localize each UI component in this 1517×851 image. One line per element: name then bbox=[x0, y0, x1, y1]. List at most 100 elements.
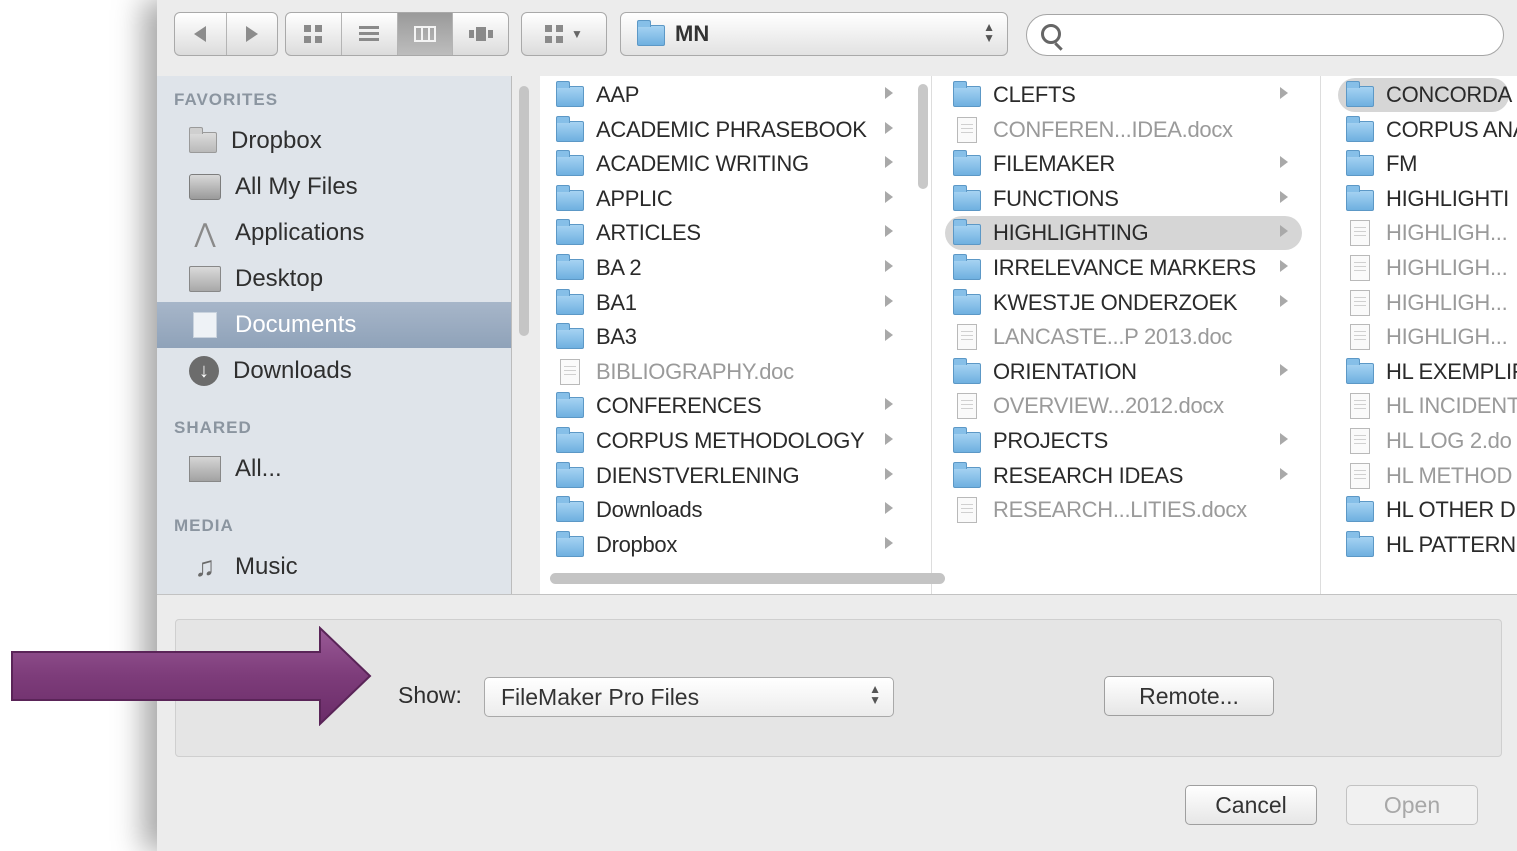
sidebar-item-dropbox[interactable]: Dropbox bbox=[157, 118, 511, 164]
folder-row[interactable]: ARTICLES bbox=[548, 216, 907, 250]
file-row[interactable]: HIGHLIGH... bbox=[1338, 286, 1509, 320]
column-1-scrollbar[interactable] bbox=[918, 84, 928, 189]
network-icon bbox=[189, 456, 221, 482]
item-name: BA1 bbox=[596, 289, 637, 315]
sidebar-item-desktop[interactable]: Desktop bbox=[157, 256, 511, 302]
document-icon bbox=[1350, 324, 1370, 351]
folder-row[interactable]: BA3 bbox=[548, 320, 907, 354]
folder-row[interactable]: APPLIC bbox=[548, 182, 907, 216]
icon-view-button[interactable] bbox=[286, 13, 342, 55]
path-popup-button[interactable]: MN ▲ ▼ bbox=[620, 12, 1008, 56]
arrange-menu-button[interactable]: ▼ bbox=[521, 12, 607, 56]
file-row[interactable]: HL INCIDENT bbox=[1338, 389, 1517, 423]
cover-flow-icon bbox=[468, 27, 493, 41]
folder-row[interactable]: ACADEMIC PHRASEBOOK bbox=[548, 113, 907, 147]
file-row[interactable]: HIGHLIGH... bbox=[1338, 251, 1509, 285]
folder-row[interactable]: ORIENTATION bbox=[945, 355, 1302, 389]
list-view-button[interactable] bbox=[342, 13, 398, 55]
sidebar-item-documents[interactable]: Documents bbox=[157, 302, 511, 348]
folder-row[interactable]: Dropbox bbox=[548, 528, 907, 562]
search-input[interactable] bbox=[1026, 14, 1504, 56]
sidebar-item-downloads[interactable]: ↓ Downloads bbox=[157, 348, 511, 394]
back-forward-control bbox=[174, 12, 278, 56]
file-row[interactable]: CONFEREN...IDEA.docx bbox=[945, 113, 1302, 147]
folder-row[interactable]: IRRELEVANCE MARKERS bbox=[945, 251, 1302, 285]
forward-button[interactable] bbox=[227, 13, 278, 55]
file-row[interactable]: HL LOG 2.do bbox=[1338, 424, 1512, 458]
folder-row[interactable]: ACADEMIC WRITING bbox=[548, 147, 907, 181]
folder-icon bbox=[637, 20, 665, 46]
view-mode-control bbox=[285, 12, 509, 56]
file-row[interactable]: HIGHLIGH... bbox=[1338, 320, 1509, 354]
file-row[interactable]: OVERVIEW...2012.docx bbox=[945, 389, 1302, 423]
sidebar-item-applications[interactable]: ⋀ Applications bbox=[157, 210, 511, 256]
column-view-button[interactable] bbox=[397, 13, 454, 55]
folder-row[interactable]: AAP bbox=[548, 78, 907, 112]
folder-row[interactable]: FILEMAKER bbox=[945, 147, 1302, 181]
browser-column-3: CONCORDA CORPUS ANA FM HIGHLIGHTI HIGHLIGH..… bbox=[1330, 76, 1517, 594]
item-name: HIGHLIGH... bbox=[1386, 289, 1508, 315]
arrange-icon bbox=[545, 25, 564, 43]
folder-row[interactable]: DIENSTVERLENING bbox=[548, 459, 907, 493]
item-name: HIGHLIGH... bbox=[1386, 324, 1508, 350]
disclosure-arrow-icon bbox=[1280, 156, 1288, 169]
show-filetype-value: FileMaker Pro Files bbox=[501, 683, 700, 710]
document-icon bbox=[560, 358, 580, 385]
document-icon bbox=[1350, 428, 1370, 454]
file-row[interactable]: LANCASTE...P 2013.doc bbox=[945, 320, 1302, 354]
item-name: DIENSTVERLENING bbox=[596, 462, 800, 488]
folder-icon bbox=[556, 461, 584, 488]
disclosure-arrow-icon bbox=[885, 294, 893, 307]
desktop-icon bbox=[189, 266, 221, 292]
horizontal-scrollbar[interactable] bbox=[550, 573, 945, 584]
folder-row[interactable]: RESEARCH IDEAS bbox=[945, 459, 1302, 493]
folder-row[interactable]: HIGHLIGHTI bbox=[1338, 182, 1509, 216]
sidebar-item-all-my-files[interactable]: All My Files bbox=[157, 164, 511, 210]
cancel-button[interactable]: Cancel bbox=[1185, 785, 1317, 825]
folder-icon bbox=[556, 288, 584, 315]
forward-arrow-icon bbox=[245, 26, 258, 42]
folder-row[interactable]: HIGHLIGHTING bbox=[945, 216, 1302, 251]
item-name: APPLIC bbox=[596, 185, 673, 211]
disclosure-arrow-icon bbox=[885, 536, 893, 549]
document-icon bbox=[957, 393, 977, 420]
sidebar-media-header: MEDIA bbox=[174, 516, 234, 535]
folder-icon bbox=[953, 288, 981, 315]
cover-flow-button[interactable] bbox=[453, 13, 508, 55]
file-row[interactable]: RESEARCH...LITIES.docx bbox=[945, 493, 1302, 527]
sidebar-item-music[interactable]: ♫ Music bbox=[157, 544, 511, 590]
documents-icon bbox=[193, 312, 217, 338]
folder-row[interactable]: Downloads bbox=[548, 493, 907, 527]
folder-row[interactable]: KWESTJE ONDERZOEK bbox=[945, 286, 1302, 320]
folder-row[interactable]: CLEFTS bbox=[945, 78, 1302, 112]
item-name: HL PATTERN bbox=[1386, 531, 1516, 557]
folder-icon bbox=[556, 184, 584, 211]
open-button[interactable]: Open bbox=[1346, 785, 1478, 825]
document-icon bbox=[1350, 255, 1370, 281]
file-row[interactable]: BIBLIOGRAPHY.doc bbox=[548, 355, 907, 389]
show-filetype-popup[interactable]: FileMaker Pro Files ▲ ▼ bbox=[484, 677, 894, 717]
folder-row[interactable]: HL PATTERN bbox=[1338, 528, 1516, 562]
file-row[interactable]: HL METHOD bbox=[1338, 459, 1512, 493]
sidebar-item-all-shared[interactable]: All... bbox=[157, 446, 511, 492]
folder-row[interactable]: PROJECTS bbox=[945, 424, 1302, 458]
downloads-icon: ↓ bbox=[189, 356, 219, 386]
disclosure-arrow-icon bbox=[885, 87, 893, 99]
back-button[interactable] bbox=[175, 13, 227, 55]
folder-row[interactable]: CONCORDA bbox=[1338, 78, 1512, 112]
folder-icon bbox=[953, 81, 981, 107]
folder-row[interactable]: BA1 bbox=[548, 286, 907, 320]
remote-button[interactable]: Remote... bbox=[1104, 676, 1274, 716]
folder-row[interactable]: HL EXEMPLIF bbox=[1338, 355, 1517, 389]
folder-row[interactable]: CONFERENCES bbox=[548, 389, 907, 423]
folder-row[interactable]: HL OTHER D bbox=[1338, 493, 1516, 527]
folder-row[interactable]: FM bbox=[1338, 147, 1509, 181]
folder-row[interactable]: CORPUS ANA bbox=[1338, 113, 1517, 147]
file-row[interactable]: HIGHLIGH... bbox=[1338, 216, 1509, 250]
folder-row[interactable]: BA 2 bbox=[548, 251, 907, 285]
folder-row[interactable]: CORPUS METHODOLOGY bbox=[548, 424, 907, 458]
folder-row[interactable]: FUNCTIONS bbox=[945, 182, 1302, 216]
sidebar-item-label: Desktop bbox=[235, 265, 324, 292]
document-icon bbox=[1350, 220, 1370, 247]
sidebar-scrollbar[interactable] bbox=[519, 86, 529, 336]
